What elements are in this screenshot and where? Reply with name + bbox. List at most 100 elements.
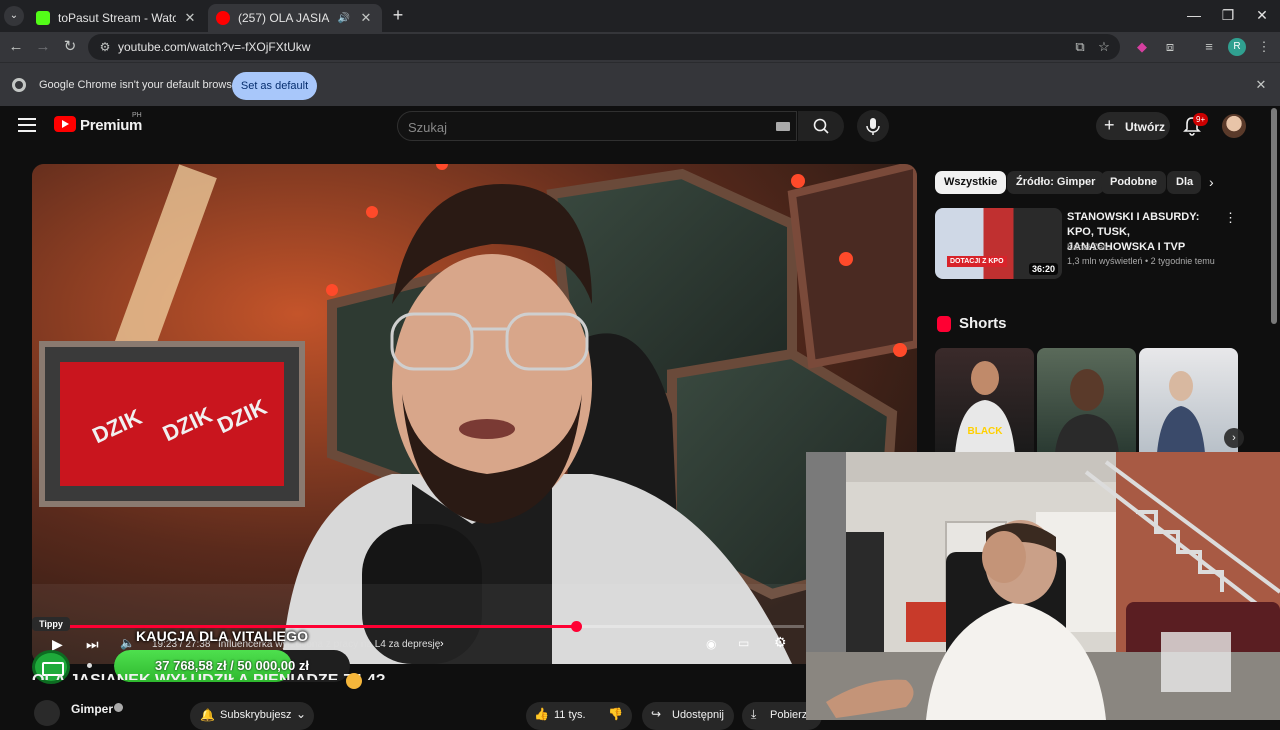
chip-source-gimper[interactable]: Źródło: Gimper xyxy=(1007,171,1105,194)
like-button[interactable]: 👍 11 tys. 👎 xyxy=(526,702,632,730)
browser-tab-kick[interactable]: toPasut Stream - Watch Live on ✕ xyxy=(28,4,206,32)
chevron-right-icon[interactable]: › xyxy=(1209,174,1227,192)
tab-title: (257) OLA JASIANEK WYŁUDZIŁA xyxy=(238,11,330,25)
close-tab-icon[interactable]: ✕ xyxy=(358,10,374,26)
create-label: Utwórz xyxy=(1125,120,1165,134)
short-frame xyxy=(1055,369,1119,453)
verified-check-icon xyxy=(114,703,123,712)
extension-shield-icon[interactable]: ◆ xyxy=(1133,38,1151,56)
download-label: Pobierz xyxy=(770,709,808,721)
chevron-right-icon[interactable]: › xyxy=(440,638,444,650)
chip-all[interactable]: Wszystkie xyxy=(935,171,1007,194)
progress-fill xyxy=(44,625,576,628)
bookmark-star-icon[interactable]: ☆ xyxy=(1095,38,1113,56)
channel-avatar[interactable] xyxy=(34,700,60,726)
infobar-text: Google Chrome isn't your default browser xyxy=(39,79,242,91)
subscribe-button[interactable]: 🔔 Subskrybujesz ⌄ xyxy=(190,702,314,730)
voice-search-button[interactable] xyxy=(857,110,889,142)
tippy-badge: Tippy xyxy=(32,617,70,631)
shorts-heading: Shorts xyxy=(959,315,1007,332)
cast-icon[interactable]: ⧉ xyxy=(1071,38,1089,56)
address-bar[interactable]: ⚙ youtube.com/watch?v=-fXOjFXtUkw ⧉ ☆ xyxy=(88,34,1120,60)
youtube-masthead: Premium PH + Utwórz 9+ xyxy=(0,106,1280,146)
like-count: 11 tys. xyxy=(554,709,586,721)
shorts-icon xyxy=(937,316,951,332)
video-frame: DZIK DZIK DZIK xyxy=(32,164,917,664)
chip-for-you[interactable]: Dla xyxy=(1167,171,1201,194)
video-player[interactable]: DZIK DZIK DZIK ▶ ⏭ 🔈 19:23 / 27:38 Influ… xyxy=(32,164,917,664)
search-input[interactable] xyxy=(408,118,768,136)
youtube-favicon-icon xyxy=(216,11,230,25)
tab-search-icon[interactable]: ⌄ xyxy=(4,6,24,26)
short-frame: BLACK xyxy=(955,361,1015,453)
shocked-emoji-icon xyxy=(346,673,362,689)
recommendation-channel[interactable]: Kanał Zero xyxy=(1067,242,1111,252)
extensions-puzzle-icon[interactable]: ⧈ xyxy=(1161,38,1179,56)
short-thumbnail[interactable] xyxy=(1037,348,1136,453)
streamer-webcam xyxy=(806,452,1280,720)
menu-kebab-icon[interactable]: ⋮ xyxy=(1255,38,1273,56)
create-button[interactable]: + Utwórz xyxy=(1096,112,1170,140)
close-infobar-icon[interactable]: ✕ xyxy=(1252,76,1270,94)
new-tab-icon[interactable]: + xyxy=(388,5,408,25)
recommendation-meta: 1,3 mln wyświetleń • 2 tygodnie temu xyxy=(1067,256,1215,266)
share-label: Udostępnij xyxy=(672,709,724,721)
channel-name[interactable]: Gimper xyxy=(71,702,113,716)
subscribe-label: Subskrybujesz xyxy=(220,709,292,721)
hamburger-menu-icon[interactable] xyxy=(18,118,36,132)
default-browser-infobar: Google Chrome isn't your default browser… xyxy=(0,62,1280,106)
share-icon: ↪ xyxy=(651,707,662,721)
speaker-icon[interactable]: 🔊 xyxy=(336,13,352,24)
webcam-frame xyxy=(806,452,1280,720)
settings-gear-icon[interactable]: ⚙ xyxy=(774,634,787,651)
set-default-button[interactable]: Set as default xyxy=(232,72,317,100)
browser-tab-strip: ⌄ toPasut Stream - Watch Live on ✕ (257)… xyxy=(0,0,1280,32)
plus-icon: + xyxy=(1104,115,1115,135)
autoplay-toggle-icon[interactable]: ◉ xyxy=(706,637,716,651)
chevron-right-icon[interactable]: › xyxy=(1224,428,1244,448)
browser-tab-youtube[interactable]: (257) OLA JASIANEK WYŁUDZIŁA 🔊 ✕ xyxy=(208,4,382,32)
search-icon xyxy=(813,118,829,134)
url-text[interactable]: youtube.com/watch?v=-fXOjFXtUkw xyxy=(118,40,310,54)
keyboard-icon[interactable] xyxy=(776,122,790,131)
kick-favicon-icon xyxy=(36,11,50,25)
notification-count-badge: 9+ xyxy=(1193,113,1209,126)
recommendation-thumbnail[interactable]: DOTACJI Z KPO 36:20 xyxy=(935,208,1062,279)
next-icon[interactable]: ⏭ xyxy=(86,636,99,653)
profile-avatar[interactable]: R xyxy=(1228,38,1246,56)
short-thumbnail[interactable]: BLACK xyxy=(935,348,1034,453)
site-info-icon[interactable]: ⚙ xyxy=(96,38,114,56)
goal-dot xyxy=(87,663,92,668)
progress-scrubber[interactable] xyxy=(571,621,582,632)
volume-icon[interactable]: 🔈 xyxy=(120,636,135,650)
chrome-icon xyxy=(12,78,26,92)
short-caption: BLACK xyxy=(968,426,1004,437)
search-button[interactable] xyxy=(798,111,844,141)
chevron-down-icon: ⌄ xyxy=(296,707,307,721)
thumbnail-banner: DOTACJI Z KPO xyxy=(947,256,1007,267)
thumbs-down-icon[interactable]: 👎 xyxy=(608,707,623,721)
more-options-icon[interactable]: ⋮ xyxy=(1224,210,1237,226)
restore-icon[interactable]: ❐ xyxy=(1211,0,1245,30)
video-duration: 36:20 xyxy=(1028,263,1058,275)
media-controls-icon[interactable]: ≡ xyxy=(1200,38,1218,56)
stream-goal-title: KAUCJA DLA VITALIEGO xyxy=(136,628,309,644)
minimize-icon[interactable]: — xyxy=(1177,0,1211,30)
share-button[interactable]: ↪ Udostępnij xyxy=(642,702,734,730)
thumbs-up-icon: 👍 xyxy=(534,707,549,721)
region-code: PH xyxy=(132,112,142,119)
page-scrollbar[interactable] xyxy=(1271,108,1277,324)
forward-icon[interactable]: → xyxy=(32,36,54,58)
chip-related[interactable]: Podobne xyxy=(1101,171,1167,194)
close-tab-icon[interactable]: ✕ xyxy=(182,10,198,26)
back-icon[interactable]: ← xyxy=(5,36,27,58)
browser-toolbar: ← → ↻ ⚙ youtube.com/watch?v=-fXOjFXtUkw … xyxy=(0,32,1280,62)
youtube-logo-icon[interactable] xyxy=(54,116,76,132)
reload-icon[interactable]: ↻ xyxy=(59,36,81,58)
tab-title: toPasut Stream - Watch Live on xyxy=(58,11,176,25)
microphone-icon xyxy=(866,118,880,135)
brand-label[interactable]: Premium xyxy=(80,117,142,134)
account-avatar[interactable] xyxy=(1222,114,1246,138)
subtitles-icon[interactable]: ▭ xyxy=(738,636,749,650)
close-window-icon[interactable]: ✕ xyxy=(1245,0,1279,30)
